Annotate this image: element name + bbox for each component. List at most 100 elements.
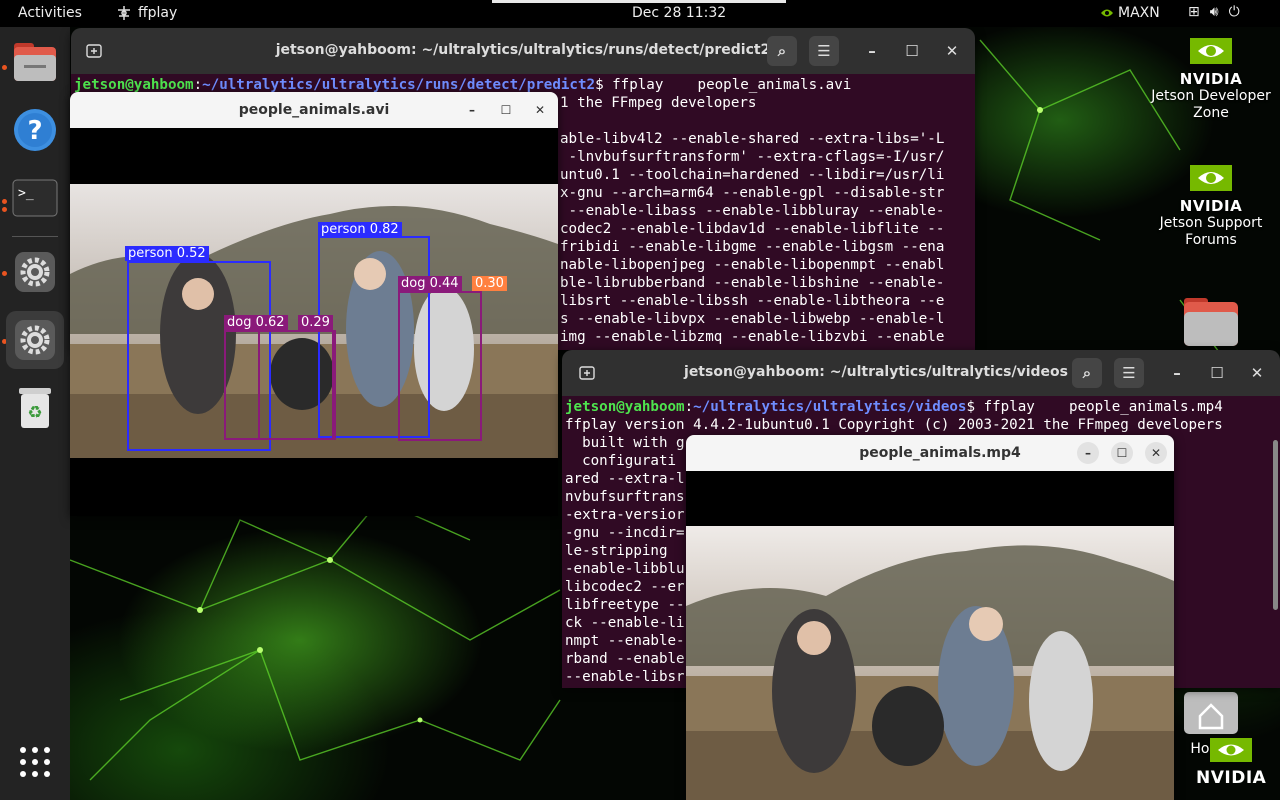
- desktop-icon-support-forums[interactable]: NVIDIA Jetson Support Forums: [1146, 163, 1276, 249]
- window-title: people_animals.mp4: [859, 445, 1021, 461]
- command-text: $ ffplay people_animals.avi: [595, 77, 852, 93]
- app-menu[interactable]: ffplay: [116, 5, 177, 21]
- maximize-button[interactable]: ☐: [1111, 442, 1133, 464]
- hamburger-icon: ☰: [817, 42, 831, 60]
- minimize-icon: –: [1085, 446, 1091, 460]
- output-line: fribidi --enable-libgme --enable-libgsm …: [560, 239, 945, 255]
- maximize-button[interactable]: ☐: [1202, 358, 1232, 388]
- video-header[interactable]: people_animals.mp4 – ☐ ✕: [686, 435, 1174, 472]
- terminal-header[interactable]: jetson@yahboom: ~/ultralytics/ultralytic…: [562, 350, 1280, 396]
- minimize-icon: –: [868, 42, 876, 60]
- terminal-scrollbar[interactable]: [1273, 440, 1278, 610]
- nvidia-logo-text: NVIDIA: [1179, 197, 1243, 215]
- detection-label: dog 0.62: [224, 315, 288, 330]
- output-line: s --enable-libvpx --enable-libwebp --ena…: [560, 311, 945, 327]
- maximize-button[interactable]: ☐: [495, 99, 517, 121]
- maximize-icon: ☐: [905, 42, 919, 60]
- detection-label: dog 0.44: [398, 276, 462, 291]
- nvidia-eye-icon: [1101, 9, 1113, 17]
- nvidia-logo-text: NVIDIA: [1179, 70, 1243, 88]
- video-window-mp4[interactable]: people_animals.mp4 – ☐ ✕: [686, 435, 1174, 800]
- desktop-icon-developer-zone[interactable]: NVIDIA Jetson Developer Zone: [1146, 36, 1276, 122]
- window-title: jetson@yahboom: ~/ultralytics/ultralytic…: [275, 42, 771, 58]
- prompt-user: jetson@yahboom: [565, 399, 685, 415]
- output-line: 1 the FFmpeg developers: [560, 95, 757, 111]
- video-frame: [686, 526, 1174, 800]
- close-icon: ✕: [534, 103, 546, 117]
- power-icon: ⏻: [1228, 4, 1240, 20]
- svg-text:?: ?: [27, 116, 42, 146]
- close-button[interactable]: ✕: [937, 36, 967, 66]
- gear-icon: [15, 320, 55, 360]
- minimize-icon: –: [469, 103, 475, 117]
- power-mode-label: MAXN: [1118, 5, 1160, 21]
- desktop-icon-label: Jetson Support Forums: [1159, 215, 1263, 248]
- output-line: -lnvbufsurftransform' --extra-cflags=-I/…: [560, 149, 945, 165]
- search-button[interactable]: ⌕: [1072, 358, 1102, 388]
- menu-button[interactable]: ☰: [1114, 358, 1144, 388]
- video-canvas[interactable]: [686, 471, 1174, 800]
- close-button[interactable]: ✕: [529, 99, 551, 121]
- dock-trash[interactable]: ♻: [6, 379, 64, 437]
- close-button[interactable]: ✕: [1145, 442, 1167, 464]
- notification-bar: [492, 0, 786, 3]
- app-grid-icon: [20, 747, 50, 777]
- dock-files[interactable]: [6, 33, 64, 91]
- close-icon: ✕: [945, 42, 959, 60]
- show-apps-button[interactable]: [6, 733, 64, 791]
- dock-separator: [12, 236, 58, 237]
- search-button[interactable]: ⌕: [767, 36, 797, 66]
- search-icon: ⌕: [777, 42, 787, 60]
- nvidia-logo-icon: [1190, 165, 1232, 191]
- minimize-button[interactable]: –: [461, 99, 483, 121]
- dock: ? >_ ♻: [0, 27, 70, 800]
- minimize-button[interactable]: –: [857, 36, 887, 66]
- dock-terminal[interactable]: >_: [6, 169, 64, 227]
- dock-settings[interactable]: [6, 243, 64, 301]
- home-folder-icon: [1184, 692, 1238, 734]
- prompt-path: ~/ultralytics/ultralytics/runs/detect/pr…: [202, 77, 596, 93]
- activities-button[interactable]: Activities: [18, 5, 82, 21]
- maximize-icon: ☐: [1116, 446, 1128, 460]
- maximize-button[interactable]: ☐: [897, 36, 927, 66]
- folder-icon: [1184, 298, 1238, 346]
- dock-settings-2[interactable]: [6, 311, 64, 369]
- output-line: able-libv4l2 --enable-shared --extra-lib…: [560, 131, 945, 147]
- folder-icon: [14, 43, 56, 81]
- output-line: nable-libopenjpeg --enable-libopenmpt --…: [560, 257, 945, 273]
- trash-icon: ♻: [19, 388, 51, 428]
- maximize-icon: ☐: [500, 103, 512, 117]
- power-mode-indicator[interactable]: MAXN: [1100, 5, 1160, 21]
- detection-label: 0.29: [298, 315, 333, 330]
- prompt-line: jetson@yahboom:~/ultralytics/ultralytics…: [565, 399, 1223, 415]
- system-tray[interactable]: ⊞ 🔊︎ ⏻: [1188, 4, 1240, 20]
- search-icon: ⌕: [1082, 364, 1092, 382]
- video-canvas[interactable]: person 0.52 person 0.82 dog 0.62 0.29 do…: [70, 128, 558, 516]
- terminal-icon: >_: [12, 179, 58, 217]
- nvidia-logo-icon: [1190, 38, 1232, 64]
- terminal-header[interactable]: jetson@yahboom: ~/ultralytics/ultralytic…: [71, 28, 975, 74]
- menu-button[interactable]: ☰: [809, 36, 839, 66]
- video-frame: person 0.52 person 0.82 dog 0.62 0.29 do…: [70, 184, 558, 458]
- output-line: libsrt --enable-libssh --enable-libtheor…: [560, 293, 945, 309]
- detection-box: [258, 330, 334, 440]
- dock-help[interactable]: ?: [6, 101, 64, 159]
- video-window-avi[interactable]: people_animals.avi – ☐ ✕ person 0.52 per…: [70, 92, 558, 516]
- ffplay-app-icon: [118, 6, 130, 20]
- output-line: x-gnu --arch=arm64 --enable-gpl --disabl…: [560, 185, 945, 201]
- detection-label: 0.30: [472, 276, 507, 291]
- app-name: ffplay: [138, 5, 178, 21]
- detection-label: person 0.52: [125, 246, 209, 261]
- nvidia-logo-icon: [1210, 738, 1252, 762]
- minimize-button[interactable]: –: [1162, 358, 1192, 388]
- volume-icon: 🔊︎: [1209, 4, 1219, 20]
- video-header[interactable]: people_animals.avi – ☐ ✕: [70, 92, 558, 129]
- output-line: --enable-libass --enable-libbluray --ena…: [560, 203, 945, 219]
- desktop-icon-folder[interactable]: [1146, 296, 1276, 353]
- output-line: img --enable-libzmq --enable-libzvbi --e…: [560, 329, 945, 345]
- prompt-path: ~/ultralytics/ultralytics/videos: [693, 399, 967, 415]
- minimize-button[interactable]: –: [1077, 442, 1099, 464]
- clock[interactable]: Dec 28 11:32: [632, 5, 726, 21]
- close-button[interactable]: ✕: [1242, 358, 1272, 388]
- prompt-user: jetson@yahboom: [74, 77, 194, 93]
